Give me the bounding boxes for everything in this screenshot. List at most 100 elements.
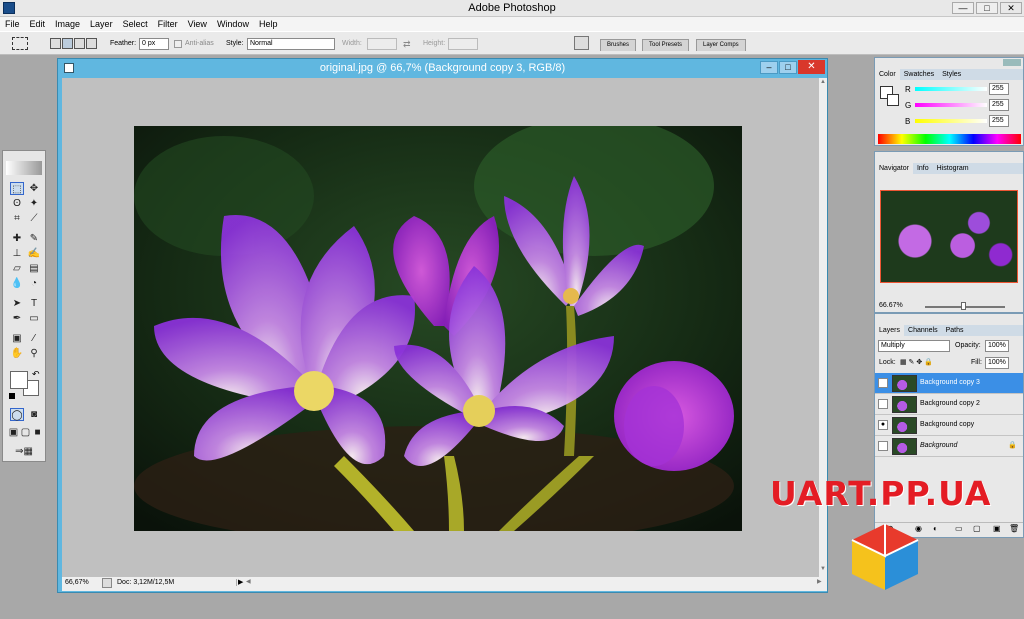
r-value[interactable]: 255 bbox=[989, 83, 1009, 95]
eraser-tool-icon[interactable]: ▱ bbox=[10, 262, 24, 275]
tab-channels[interactable]: Channels bbox=[904, 325, 942, 336]
b-slider[interactable] bbox=[915, 119, 987, 123]
pen-tool-icon[interactable]: ✒ bbox=[10, 312, 24, 325]
menu-image[interactable]: Image bbox=[50, 17, 85, 31]
default-colors-icon[interactable] bbox=[9, 393, 15, 399]
document-titlebar[interactable]: original.jpg @ 66,7% (Background copy 3,… bbox=[58, 59, 827, 77]
hand-tool-icon[interactable]: ✋ bbox=[10, 347, 24, 360]
layer-row[interactable]: ● Background copy bbox=[875, 415, 1023, 436]
width-input[interactable] bbox=[367, 38, 397, 50]
delete-layer-icon[interactable]: 🗑 bbox=[1009, 524, 1019, 533]
menu-edit[interactable]: Edit bbox=[25, 17, 51, 31]
navigator-zoom[interactable]: 66.67% bbox=[879, 302, 903, 309]
marquee-preset-icon[interactable] bbox=[12, 37, 28, 50]
swap-colors-icon[interactable]: ↶ bbox=[32, 369, 40, 380]
shape-tool-icon[interactable]: ▭ bbox=[27, 312, 41, 325]
tab-layers[interactable]: Layers bbox=[875, 325, 905, 336]
swap-icon[interactable]: ⇄ bbox=[403, 39, 411, 50]
g-value[interactable]: 255 bbox=[989, 99, 1009, 111]
visibility-eye-icon[interactable]: ● bbox=[878, 420, 888, 430]
history-brush-tool-icon[interactable]: ✍ bbox=[27, 247, 41, 260]
imageready-jump-icon[interactable]: ⇒▦ bbox=[10, 445, 38, 458]
scroll-up-icon[interactable]: ▲ bbox=[820, 79, 826, 85]
stamp-tool-icon[interactable]: ⊥ bbox=[10, 247, 24, 260]
menu-view[interactable]: View bbox=[183, 17, 212, 31]
b-value[interactable]: 255 bbox=[989, 115, 1009, 127]
layer-row[interactable]: Background 🔒 bbox=[875, 436, 1023, 457]
blur-tool-icon[interactable]: 💧 bbox=[10, 277, 24, 290]
gradient-tool-icon[interactable]: ▤ bbox=[27, 262, 41, 275]
g-slider[interactable] bbox=[915, 103, 987, 107]
navigator-slider-thumb[interactable] bbox=[961, 302, 966, 310]
panel-close-icon[interactable] bbox=[1003, 59, 1021, 66]
menu-select[interactable]: Select bbox=[118, 17, 153, 31]
type-tool-icon[interactable]: T bbox=[27, 297, 41, 310]
navigator-thumbnail[interactable] bbox=[880, 190, 1018, 283]
style-select[interactable]: Normal bbox=[247, 38, 335, 50]
add-selection-icon[interactable] bbox=[62, 38, 73, 49]
dodge-tool-icon[interactable]: ◔ bbox=[27, 277, 41, 290]
layer-row[interactable]: Background copy 2 bbox=[875, 394, 1023, 415]
new-layer-icon[interactable]: ▣ bbox=[993, 524, 1001, 533]
intersect-selection-icon[interactable] bbox=[86, 38, 97, 49]
magic-wand-tool-icon[interactable]: ✦ bbox=[27, 197, 41, 210]
brush-tool-icon[interactable]: ✎ bbox=[27, 232, 41, 245]
layer-mask-icon[interactable]: ◐ bbox=[933, 524, 938, 533]
menu-filter[interactable]: Filter bbox=[153, 17, 183, 31]
visibility-eye-icon[interactable] bbox=[878, 399, 888, 409]
blend-mode-select[interactable]: Multiply bbox=[878, 340, 950, 352]
quickmask-mode-icon[interactable]: ◙ bbox=[27, 408, 41, 421]
move-tool-icon[interactable]: ✥ bbox=[27, 182, 41, 195]
screen-mode-full-icon[interactable]: ■ bbox=[32, 426, 43, 439]
visibility-eye-icon[interactable] bbox=[878, 441, 888, 451]
well-tool-presets[interactable]: Tool Presets bbox=[642, 39, 690, 51]
layer-row[interactable]: ● Background copy 3 bbox=[875, 373, 1023, 394]
screen-mode-standard-icon[interactable]: ▣ bbox=[8, 426, 19, 439]
maximize-button[interactable]: □ bbox=[976, 2, 998, 14]
slice-tool-icon[interactable]: ⟋ bbox=[27, 212, 41, 225]
well-brushes[interactable]: Brushes bbox=[600, 39, 637, 51]
hscroll-right-icon[interactable]: ▶ bbox=[817, 578, 822, 585]
opacity-input[interactable]: 100% bbox=[985, 340, 1009, 352]
new-selection-icon[interactable] bbox=[50, 38, 61, 49]
scroll-down-icon[interactable]: ▼ bbox=[820, 566, 826, 572]
menu-file[interactable]: File bbox=[0, 17, 25, 31]
tab-styles[interactable]: Styles bbox=[938, 69, 965, 80]
height-input[interactable] bbox=[448, 38, 478, 50]
menu-layer[interactable]: Layer bbox=[85, 17, 118, 31]
tab-navigator[interactable]: Navigator bbox=[875, 163, 913, 174]
tab-histogram[interactable]: Histogram bbox=[933, 163, 973, 174]
minimize-button[interactable]: — bbox=[952, 2, 974, 14]
close-button[interactable]: ✕ bbox=[1000, 2, 1022, 14]
crop-tool-icon[interactable]: ⌗ bbox=[10, 212, 24, 225]
menu-help[interactable]: Help bbox=[254, 17, 283, 31]
tab-info[interactable]: Info bbox=[913, 163, 933, 174]
new-group-icon[interactable]: ▢ bbox=[973, 524, 981, 533]
menu-window[interactable]: Window bbox=[212, 17, 254, 31]
adjustment-layer-icon[interactable]: ▭ bbox=[955, 524, 963, 533]
subtract-selection-icon[interactable] bbox=[74, 38, 85, 49]
doc-minimize-button[interactable]: – bbox=[760, 61, 778, 74]
lasso-tool-icon[interactable]: ʘ bbox=[10, 197, 24, 210]
fill-input[interactable]: 100% bbox=[985, 357, 1009, 369]
tab-color[interactable]: Color bbox=[875, 69, 900, 80]
doc-maximize-button[interactable]: □ bbox=[779, 61, 797, 74]
tab-paths[interactable]: Paths bbox=[942, 325, 968, 336]
lock-icons[interactable]: ▦ ✎ ✥ 🔒 bbox=[900, 358, 933, 366]
antialias-checkbox[interactable] bbox=[174, 40, 182, 48]
visibility-eye-icon[interactable]: ● bbox=[878, 378, 888, 388]
doc-close-button[interactable]: ✕ bbox=[798, 60, 825, 74]
screen-mode-full-menu-icon[interactable]: ▢ bbox=[20, 426, 31, 439]
color-ramp[interactable] bbox=[878, 134, 1021, 144]
well-layer-comps[interactable]: Layer Comps bbox=[696, 39, 746, 51]
standard-mode-icon[interactable]: ◯ bbox=[10, 408, 24, 421]
healing-brush-tool-icon[interactable]: ✚ bbox=[10, 232, 24, 245]
feather-input[interactable]: 0 px bbox=[139, 38, 169, 50]
status-menu-icon[interactable] bbox=[102, 578, 112, 588]
zoom-readout[interactable]: 66,67% bbox=[65, 579, 89, 586]
notes-tool-icon[interactable]: ▣ bbox=[10, 332, 24, 345]
zoom-tool-icon[interactable]: ⚲ bbox=[27, 347, 41, 360]
marquee-tool-icon[interactable]: ⬚ bbox=[10, 182, 24, 195]
hscroll-left-icon[interactable]: ◀ bbox=[246, 578, 251, 585]
status-arrow-icon[interactable]: ▶ bbox=[238, 578, 243, 586]
